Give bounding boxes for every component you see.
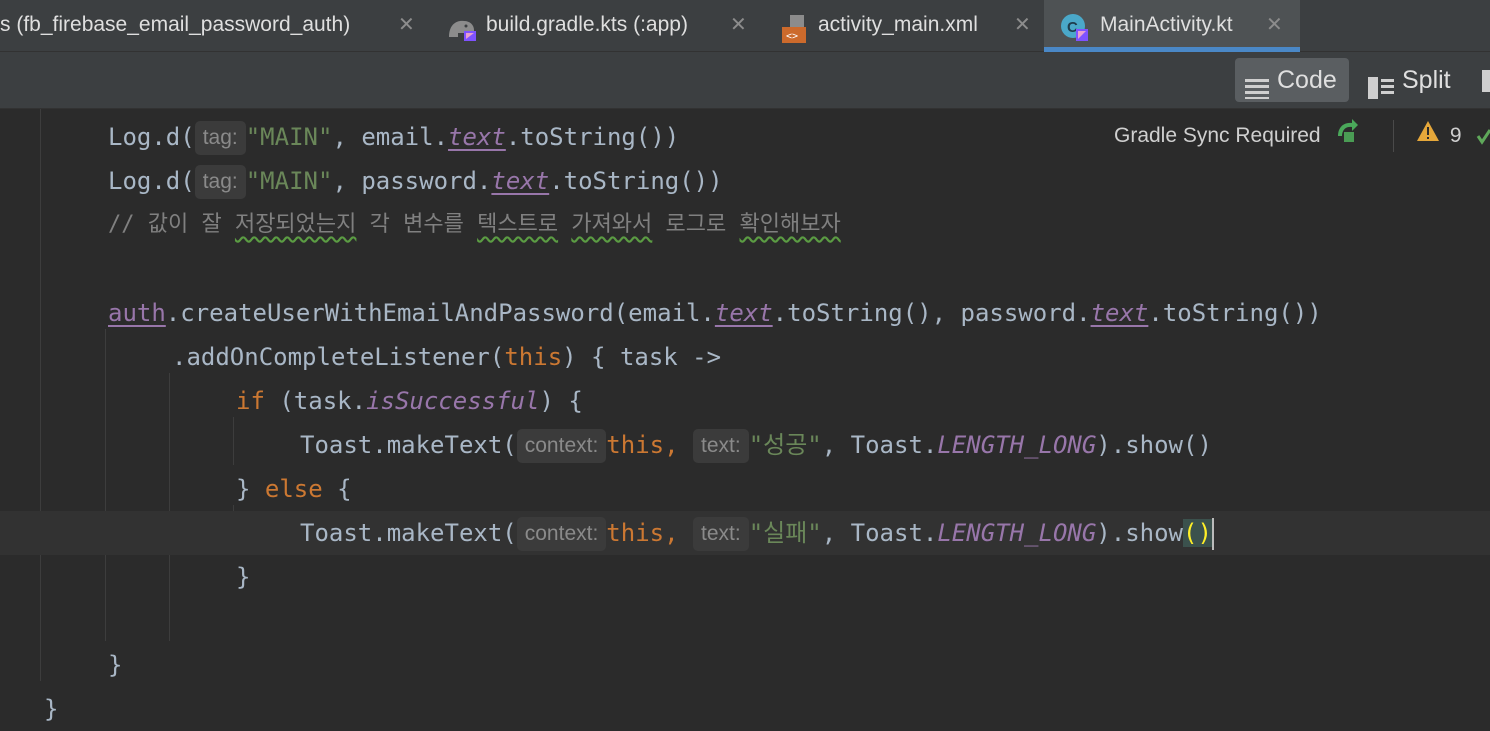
tab-label: activity_main.xml [818, 13, 978, 36]
code-line-if: if (task.isSuccessful) { [236, 387, 583, 415]
warnings-indicator[interactable]: 9 [1416, 114, 1462, 158]
code-line-1: Log.d(tag: "MAIN", email.text.toString()) [108, 115, 679, 159]
param-hint: context: [516, 517, 607, 551]
design-view-icon[interactable] [1482, 70, 1490, 92]
code-line-listener: .addOnCompleteListener(this) { task -> [172, 343, 722, 371]
indent-guide [169, 373, 170, 641]
code-line-toast-success: Toast.makeText(context: this, text: "성공", … [300, 423, 1212, 467]
gradle-sync-icon[interactable] [1334, 114, 1360, 158]
close-icon[interactable]: ✕ [1266, 0, 1283, 50]
editor-tab-bar: s (fb_firebase_email_password_auth) ✕ bu… [0, 0, 1490, 52]
code-line-close-else: } [236, 563, 251, 591]
code-line-toast-fail: Toast.makeText(context: this, text: "실패", … [300, 511, 1214, 555]
editor-view-toolbar: Code Split [0, 52, 1490, 109]
warnings-count: 9 [1449, 124, 1462, 147]
close-icon[interactable]: ✕ [730, 0, 747, 50]
code-line-2: Log.d(tag: "MAIN", password.text.toString… [108, 159, 723, 203]
tab-activity-main-xml[interactable]: <> activity_main.xml ✕ [770, 0, 1042, 51]
tab-gradle-settings[interactable]: s (fb_firebase_email_password_auth) ✕ [0, 0, 430, 51]
split-icon [1368, 69, 1394, 113]
gradle-sync-label: Gradle Sync Required [1114, 124, 1321, 147]
indent-guide [233, 417, 234, 465]
status-divider [1393, 120, 1394, 152]
param-hint: text: [693, 429, 749, 463]
xml-layout-icon: <> [780, 12, 810, 43]
tab-main-activity-kt[interactable]: C MainActivity.kt ✕ [1044, 0, 1300, 52]
tab-label: MainActivity.kt [1100, 13, 1233, 36]
text-caret [1211, 518, 1214, 550]
code-line-close-fn: } [108, 651, 123, 679]
param-hint: tag: [194, 165, 246, 199]
split-label: Split [1402, 66, 1451, 94]
code-line-auth: auth.createUserWithEmailAndPassword(emai… [108, 299, 1322, 327]
kotlin-class-icon: C [1060, 11, 1090, 41]
close-icon[interactable]: ✕ [398, 0, 415, 50]
param-hint: text: [693, 517, 749, 551]
gradle-sync-notice[interactable]: Gradle Sync Required [1114, 114, 1360, 158]
code-line-else: } else { [236, 475, 352, 503]
tab-build-gradle[interactable]: build.gradle.kts (:app) ✕ [430, 0, 770, 51]
tab-label: build.gradle.kts (:app) [486, 13, 688, 36]
check-icon[interactable] [1476, 126, 1490, 153]
code-view-button[interactable]: Code [1235, 58, 1349, 102]
lines-icon [1245, 69, 1269, 113]
warning-icon [1416, 114, 1440, 158]
code-editor[interactable]: Log.d(tag: "MAIN", email.text.toString())… [0, 109, 1490, 723]
split-view-button[interactable]: Split [1360, 58, 1464, 102]
indent-guide [105, 329, 106, 641]
svg-text:<>: <> [786, 31, 798, 42]
code-comment-line: // 값이 잘 저장되었는지 각 변수를 텍스트로 가져와서 로그로 확인해보자 [108, 212, 841, 237]
param-hint: tag: [194, 121, 246, 155]
tab-label: s (fb_firebase_email_password_auth) [0, 13, 351, 36]
code-label: Code [1277, 66, 1337, 94]
gradle-elephant-icon [446, 12, 476, 41]
param-hint: context: [516, 429, 607, 463]
close-icon[interactable]: ✕ [1014, 0, 1031, 50]
matched-brackets: () [1183, 519, 1212, 547]
indent-guide [40, 109, 41, 681]
code-line-close-class: } [44, 695, 59, 723]
